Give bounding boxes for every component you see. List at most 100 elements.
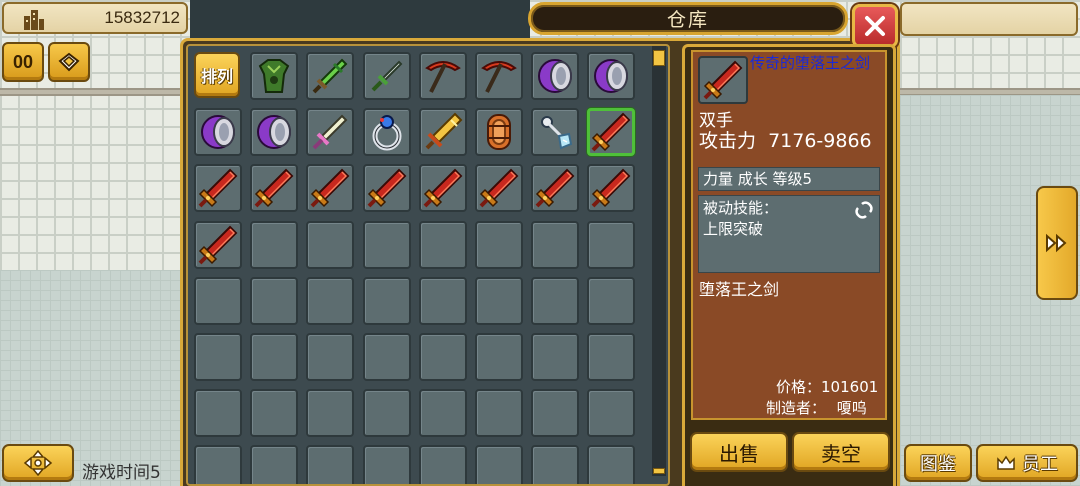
close-button[interactable] xyxy=(852,4,898,48)
fallen-king-sword-icon xyxy=(196,166,240,210)
inventory-slot-fallen-king-sword[interactable] xyxy=(475,164,523,213)
green-dagger-icon xyxy=(365,54,409,98)
wooden-shield-icon xyxy=(477,110,521,154)
sell-all-label: 卖空 xyxy=(821,441,861,466)
green-armor-icon xyxy=(252,54,296,98)
inventory-scrollbar[interactable] xyxy=(652,46,666,476)
item-maker: 制造者： 嗄呜 xyxy=(766,397,867,418)
gold-sword-icon xyxy=(421,110,465,154)
inventory-slot-fallen-king-sword[interactable] xyxy=(194,220,242,269)
inventory-slot-fallen-king-sword[interactable] xyxy=(418,164,467,213)
inventory-slot-fallen-king-sword[interactable] xyxy=(362,164,411,213)
double-chevron-right-icon xyxy=(1046,233,1067,253)
inventory-slot-empty xyxy=(587,220,636,269)
item-description: 堕落王之剑 xyxy=(699,280,780,299)
sell-button[interactable]: 出售 xyxy=(690,432,788,472)
purple-drum-icon xyxy=(196,110,240,154)
inventory-slot-empty xyxy=(587,276,636,325)
attack-label: 攻击力 xyxy=(699,130,757,152)
catalog-label: 图鉴 xyxy=(920,454,956,474)
passive-skill-box: 被动技能： 上限突破 xyxy=(698,195,880,273)
inventory-slot-green-sword[interactable] xyxy=(306,52,355,100)
warehouse-title: 仓库 xyxy=(528,2,848,35)
inventory-slot-purple-drum[interactable] xyxy=(531,52,580,100)
pause-button[interactable]: 00 xyxy=(2,42,44,82)
silver-ring-icon xyxy=(365,110,409,154)
purple-drum-icon xyxy=(533,54,577,98)
inventory-slot-fallen-king-sword[interactable] xyxy=(194,164,242,213)
purple-drum-icon xyxy=(589,54,633,98)
inventory-slot-empty xyxy=(418,276,467,325)
red-pickaxe-icon xyxy=(421,54,465,98)
item-stats: 力量 成长 等级5 xyxy=(698,167,880,191)
sort-label: 排列 xyxy=(200,67,233,86)
inventory-slot-empty xyxy=(418,333,467,381)
scroll-end xyxy=(653,468,665,474)
inventory-slot-ice-wand[interactable] xyxy=(531,108,580,157)
inventory-slot-empty xyxy=(194,333,242,381)
expand-side-button[interactable] xyxy=(1036,186,1078,300)
building-icon xyxy=(24,10,44,30)
inventory-slot-green-dagger[interactable] xyxy=(362,52,411,100)
inventory-slot-fallen-king-sword[interactable] xyxy=(306,164,355,213)
inventory-slot-fallen-king-sword[interactable] xyxy=(587,164,636,213)
inventory-slot-purple-drum[interactable] xyxy=(194,108,242,157)
inventory-slot-fallen-king-sword[interactable] xyxy=(587,108,636,157)
inventory-slot-empty xyxy=(306,276,355,325)
money-display: 15832712 xyxy=(2,2,188,34)
price-value: 101601 xyxy=(821,378,879,396)
catalog-button[interactable]: 图鉴 xyxy=(904,444,972,482)
fallen-king-sword-icon xyxy=(701,58,745,102)
inventory-slot-empty xyxy=(418,389,467,438)
inventory-slot-red-pickaxe[interactable] xyxy=(475,52,523,100)
inventory-slot-gold-sword[interactable] xyxy=(418,108,467,157)
inventory-grid: 排列 xyxy=(186,44,670,486)
purple-drum-icon xyxy=(252,110,296,154)
menu-button[interactable] xyxy=(48,42,90,82)
item-detail-icon xyxy=(698,56,748,104)
inventory-slot-empty xyxy=(531,333,580,381)
pause-label: 00 xyxy=(12,51,34,72)
inventory-slot-fallen-king-sword[interactable] xyxy=(250,164,299,213)
inventory-slot-empty xyxy=(250,220,299,269)
inventory-slot-empty xyxy=(475,333,523,381)
ice-wand-icon xyxy=(533,110,577,154)
inventory-slot-purple-drum[interactable] xyxy=(587,52,636,100)
inventory-slot-empty xyxy=(362,276,411,325)
fallen-king-sword-icon xyxy=(589,166,633,210)
attack-value: 7176-9866 xyxy=(768,130,872,152)
link-icon[interactable] xyxy=(853,200,875,220)
inventory-slot-empty xyxy=(531,445,580,484)
fallen-king-sword-icon xyxy=(589,110,633,154)
inventory-slot-empty xyxy=(418,220,467,269)
inventory-slot-silver-ring[interactable] xyxy=(362,108,411,157)
dpad-icon xyxy=(23,449,53,477)
price-label: 价格： xyxy=(776,378,822,396)
inventory-slot-purple-drum[interactable] xyxy=(250,108,299,157)
inventory-slot-green-armor[interactable] xyxy=(250,52,299,100)
inventory-slot-empty xyxy=(194,389,242,438)
inventory-slot-empty xyxy=(306,220,355,269)
sell-all-button[interactable]: 卖空 xyxy=(792,432,890,472)
inventory-slot-empty xyxy=(475,445,523,484)
inventory-slot-red-pickaxe[interactable] xyxy=(418,52,467,100)
game-time-label: 游戏时间5 xyxy=(82,463,161,483)
crown-icon xyxy=(997,455,1015,470)
staff-button[interactable]: 员工 xyxy=(976,444,1078,482)
inventory-slot-wooden-shield[interactable] xyxy=(475,108,523,157)
fallen-king-sword-icon xyxy=(421,166,465,210)
fallen-king-sword-icon xyxy=(477,166,521,210)
inventory-slot-empty xyxy=(475,220,523,269)
inventory-slot-pink-sword[interactable] xyxy=(306,108,355,157)
inventory-slot-empty xyxy=(250,333,299,381)
inventory-slot-fallen-king-sword[interactable] xyxy=(531,164,580,213)
move-button[interactable] xyxy=(2,444,74,482)
inventory-slot-empty xyxy=(250,389,299,438)
sort-button[interactable]: 排列 xyxy=(194,52,240,98)
inventory-slot-empty xyxy=(475,389,523,438)
inventory-slot-empty xyxy=(194,445,242,484)
scroll-thumb[interactable] xyxy=(653,50,665,66)
maker-value: 嗄呜 xyxy=(836,399,867,417)
item-attack: 攻击力 7176-9866 xyxy=(699,126,872,153)
fallen-king-sword-icon xyxy=(308,166,352,210)
